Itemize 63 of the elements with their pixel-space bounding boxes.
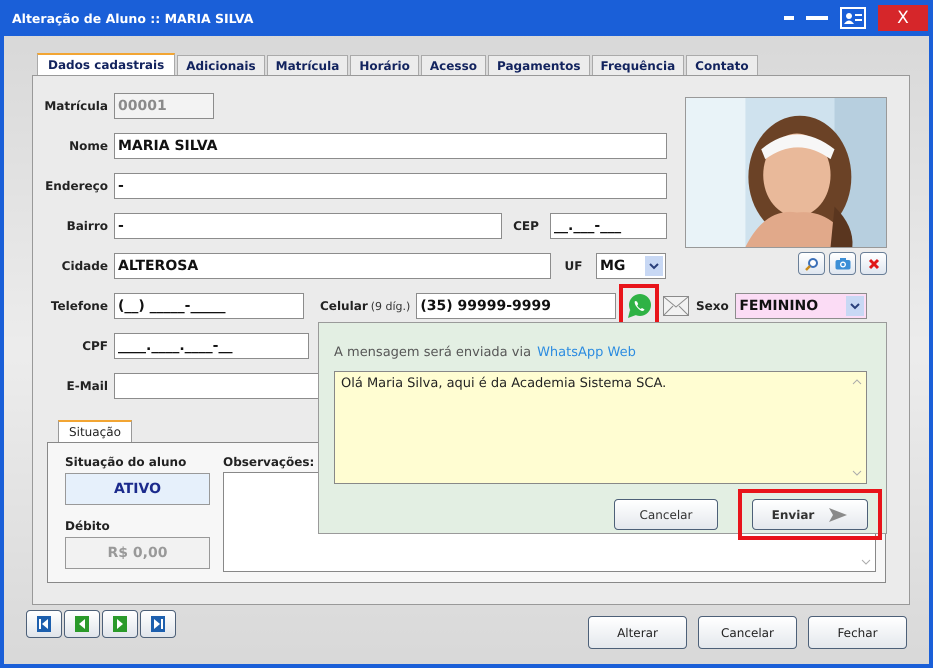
- first-button[interactable]: [26, 610, 62, 638]
- close-icon: [868, 258, 880, 270]
- tab[interactable]: Frequência: [592, 55, 684, 75]
- close-button[interactable]: X: [878, 5, 928, 31]
- send-icon: [828, 506, 848, 522]
- tab[interactable]: Dados cadastrais: [37, 53, 176, 75]
- search-icon: [804, 256, 818, 270]
- name-field[interactable]: MARIA SILVA: [114, 133, 667, 159]
- status-field: ATIVO: [65, 473, 210, 505]
- field-label: Débito: [65, 518, 110, 535]
- last-icon: [151, 616, 165, 632]
- sex-dropdown[interactable]: FEMININO: [735, 293, 868, 319]
- id-card-icon[interactable]: [840, 7, 866, 29]
- tab[interactable]: Contato: [686, 55, 758, 75]
- tab[interactable]: Situação: [58, 420, 132, 442]
- first-icon: [37, 616, 51, 632]
- district-field[interactable]: -: [114, 213, 502, 239]
- tab[interactable]: Matrícula: [266, 55, 348, 75]
- footer-button[interactable]: Fechar: [808, 616, 907, 649]
- popup-text: A mensagem será enviada via: [334, 344, 532, 360]
- last-button[interactable]: [140, 610, 176, 638]
- city-field[interactable]: ALTEROSA: [114, 253, 551, 279]
- tab[interactable]: Acesso: [420, 55, 486, 75]
- send-button[interactable]: Enviar: [752, 499, 868, 530]
- field-label: Celular: [320, 299, 368, 313]
- field-label: Matrícula: [43, 99, 108, 113]
- field-label: Sexo: [694, 299, 730, 313]
- tab[interactable]: Pagamentos: [488, 55, 590, 75]
- whatsapp-icon: [626, 293, 652, 319]
- mobile-field[interactable]: (35) 99999-9999: [416, 293, 616, 319]
- previous-icon: [75, 616, 89, 632]
- tab[interactable]: Adicionais: [177, 55, 265, 75]
- field-label: Telefone: [50, 299, 108, 313]
- field-hint: (9 díg.): [370, 300, 410, 312]
- next-icon: [113, 616, 127, 632]
- footer-button[interactable]: Alterar: [588, 616, 687, 649]
- field-label: UF: [564, 259, 584, 273]
- address-field[interactable]: -: [114, 173, 667, 199]
- envelope-icon[interactable]: [663, 296, 690, 316]
- field-label: Nome: [68, 139, 108, 153]
- tab[interactable]: Horário: [350, 55, 419, 75]
- field-label: E-Mail: [66, 379, 108, 393]
- delete-button[interactable]: [860, 252, 887, 275]
- field-label: Endereço: [44, 179, 108, 193]
- field-label: Cidade: [60, 259, 108, 273]
- field-label: CEP: [512, 219, 540, 233]
- field-label: Observações:: [223, 454, 314, 471]
- footer-button[interactable]: Cancelar: [698, 616, 797, 649]
- search-button[interactable]: [798, 252, 825, 275]
- debt-field: R$ 0,00: [65, 537, 210, 569]
- window-title: Alteração de Aluno :: MARIA SILVA: [12, 10, 254, 26]
- cancel-button[interactable]: Cancelar: [614, 499, 718, 530]
- previous-button[interactable]: [64, 610, 100, 638]
- field-label: CPF: [81, 339, 108, 353]
- field-label: Situação do aluno: [65, 454, 186, 471]
- camera-button[interactable]: [829, 252, 856, 275]
- phone-field[interactable]: (__) _____-_____: [114, 293, 304, 319]
- field-label: Bairro: [66, 219, 108, 233]
- state-dropdown[interactable]: MG: [596, 253, 666, 279]
- camera-icon: [834, 257, 850, 270]
- cpf-field[interactable]: ____.____.____-__: [114, 333, 309, 359]
- next-button[interactable]: [102, 610, 138, 638]
- zip-field[interactable]: __.___-___: [550, 213, 667, 239]
